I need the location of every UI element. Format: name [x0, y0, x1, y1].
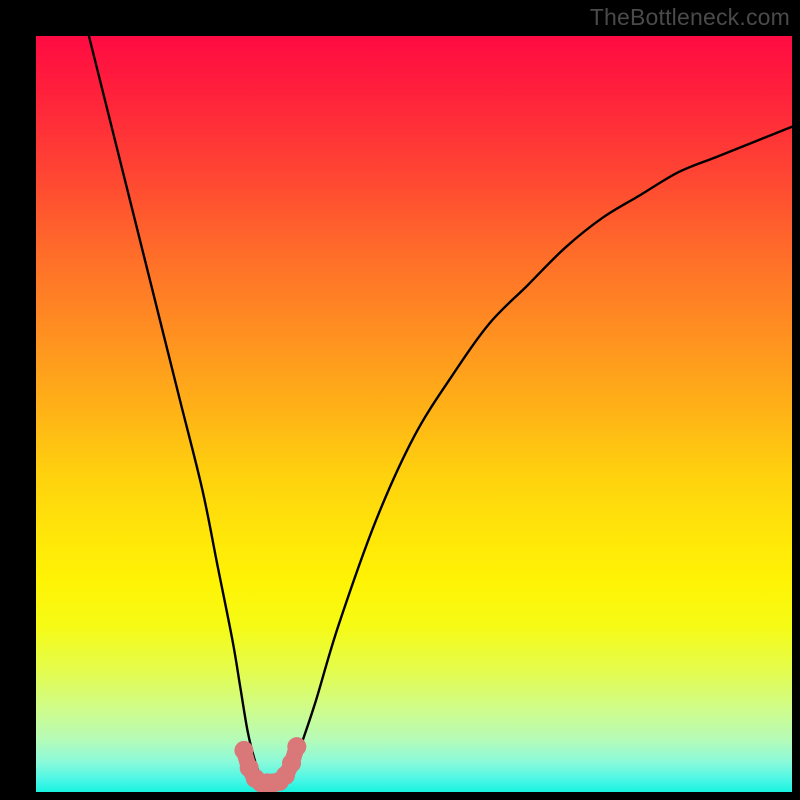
valley-highlight-dot	[287, 737, 306, 756]
chart-svg	[36, 36, 792, 792]
valley-highlight-dot	[234, 741, 253, 760]
valley-highlight-dot	[282, 754, 301, 773]
plot-area	[36, 36, 792, 792]
chart-frame: TheBottleneck.com	[0, 0, 800, 800]
bottleneck-curve	[89, 36, 792, 783]
watermark-text: TheBottleneck.com	[590, 4, 790, 31]
